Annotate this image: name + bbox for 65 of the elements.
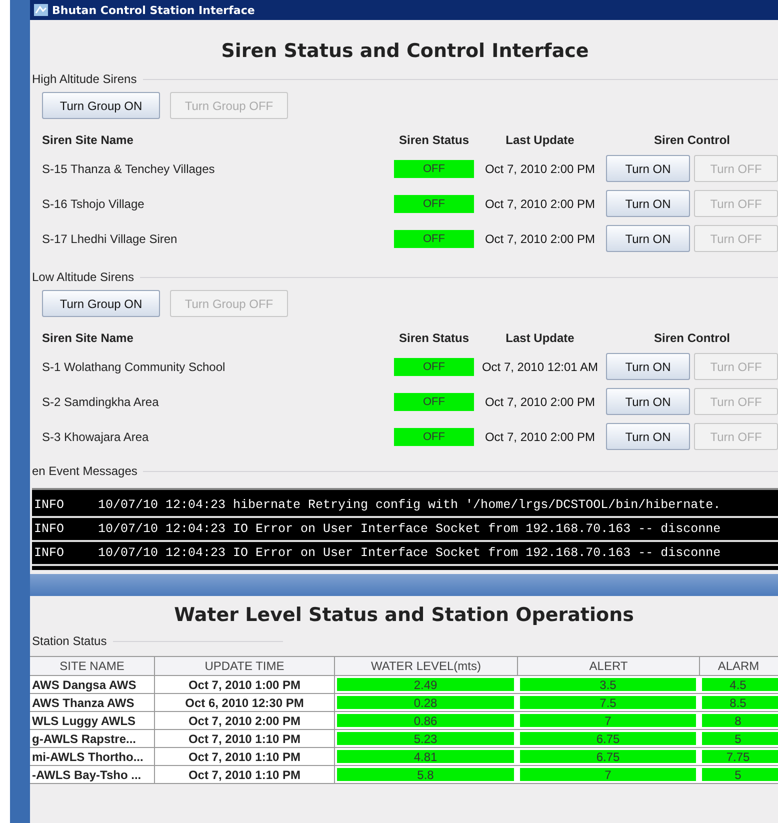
- panel-title: Siren Status and Control Interface: [220, 39, 590, 64]
- app-icon: [34, 4, 48, 16]
- column-header: Siren Status: [398, 133, 470, 147]
- column-header: ALERT: [518, 657, 700, 675]
- table-cell: 7.75: [700, 748, 778, 765]
- log-message: 10/07/10 12:04:23 hibernate Retrying config with '/home/lrgs/DCSTOOL/bin/hibernate.: [98, 498, 721, 512]
- siren-button[interactable]: Turn ON: [606, 353, 690, 380]
- status-indicator: OFF: [394, 428, 474, 446]
- column-header: Last Update: [504, 331, 576, 345]
- table-cell: 5: [700, 766, 778, 783]
- column-header: Siren Site Name: [42, 331, 134, 345]
- log-level: INFO: [33, 522, 66, 536]
- table-cell: mi-AWLS Thortho...: [30, 748, 155, 765]
- table-cell: g-AWLS Rapstre...: [30, 730, 155, 747]
- column-header: UPDATE TIME: [155, 657, 335, 675]
- log-message: 10/07/10 12:04:23 IO Error on User Interface Socket from 192.168.70.163 -- disconne: [98, 546, 721, 560]
- siren-button[interactable]: Turn ON: [606, 388, 690, 415]
- update-time: Oct 7, 2010 2:00 PM: [484, 232, 596, 246]
- siren-button[interactable]: Turn ON: [606, 423, 690, 450]
- column-header: Siren Control: [652, 133, 731, 147]
- status-indicator: OFF: [394, 230, 474, 248]
- group-title: Low Altitude Sirens: [32, 270, 134, 284]
- site-name: S-2 Samdingkha Area: [42, 394, 160, 408]
- column-header: ALARM: [700, 657, 778, 675]
- site-name: S-17 Lhedhi Village Siren: [42, 232, 178, 246]
- window-title: Bhutan Control Station Interface: [52, 4, 255, 16]
- status-indicator: OFF: [394, 160, 474, 178]
- table-cell: 8: [700, 712, 778, 729]
- table-cell: WLS Luggy AWLS: [30, 712, 155, 729]
- site-name: S-3 Khowajara Area: [42, 430, 150, 444]
- log-message: 10/07/10 12:04:23 IO Error on User Interface Socket from 192.168.70.163 -- disconne: [98, 522, 721, 536]
- update-time: Oct 7, 2010 2:00 PM: [484, 430, 596, 444]
- table-cell: 5: [700, 730, 778, 747]
- site-name: S-16 Tshojo Village: [42, 196, 146, 210]
- update-time: Oct 7, 2010 2:00 PM: [484, 162, 596, 176]
- siren-button[interactable]: Turn ON: [606, 155, 690, 182]
- table-cell: 8.5: [700, 694, 778, 711]
- log-level: INFO: [33, 546, 66, 560]
- table-cell: AWS Dangsa AWS: [30, 676, 155, 693]
- update-time: Oct 7, 2010 2:00 PM: [484, 196, 596, 210]
- column-header: Siren Control: [652, 331, 731, 345]
- log-level: INFO: [33, 498, 66, 512]
- siren-button[interactable]: Turn ON: [606, 190, 690, 217]
- column-header: WATER LEVEL(mts): [335, 657, 518, 675]
- group-button[interactable]: Turn Group ON: [42, 92, 160, 119]
- update-time: Oct 7, 2010 12:01 AM: [480, 360, 600, 374]
- group-button[interactable]: Turn Group ON: [42, 290, 160, 317]
- column-header: Siren Status: [398, 331, 470, 345]
- update-time: Oct 7, 2010 2:00 PM: [484, 394, 596, 408]
- group-title: Station Status: [32, 634, 107, 648]
- table-cell: 4.5: [700, 676, 778, 693]
- column-header: SITE NAME: [30, 657, 155, 675]
- siren-button[interactable]: Turn ON: [606, 225, 690, 252]
- column-header: Last Update: [504, 133, 576, 147]
- status-indicator: OFF: [394, 358, 474, 376]
- panel-title: Water Level Status and Station Operations: [173, 603, 635, 628]
- site-name: S-15 Thanza & Tenchey Villages: [42, 162, 216, 176]
- table-cell: AWS Thanza AWS: [30, 694, 155, 711]
- status-indicator: OFF: [394, 392, 474, 410]
- status-indicator: OFF: [394, 194, 474, 212]
- group-title: High Altitude Sirens: [32, 72, 137, 86]
- column-header: Siren Site Name: [42, 133, 134, 147]
- group-title: en Event Messages: [32, 464, 138, 478]
- table-cell: -AWLS Bay-Tsho ...: [30, 766, 155, 783]
- site-name: S-1 Wolathang Community School: [42, 360, 226, 374]
